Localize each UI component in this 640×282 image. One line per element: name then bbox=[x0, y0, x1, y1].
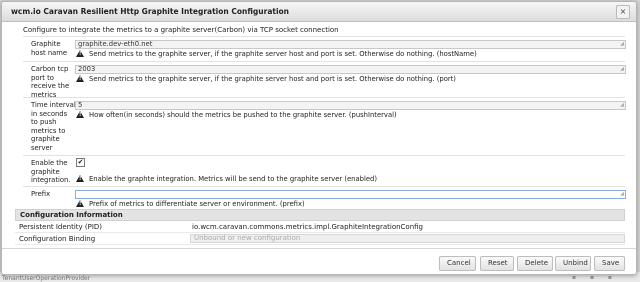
hostname-value: graphite.dev-eth0.net bbox=[78, 40, 153, 48]
field-label: Graphite host name bbox=[31, 40, 68, 57]
field-label: Carbon tcp port to receive the metrics bbox=[31, 65, 70, 99]
pid-label: Persistent Identity (PID) bbox=[19, 223, 103, 231]
pid-value: io.wcm.caravan.commons.metrics.impl.Grap… bbox=[192, 223, 423, 231]
warning-icon bbox=[76, 175, 84, 182]
field-row-port: Carbon tcp port to receive the metrics 2… bbox=[23, 61, 626, 99]
hostname-input[interactable]: graphite.dev-eth0.net ◢ bbox=[75, 40, 626, 49]
field-label: Prefix bbox=[31, 190, 51, 198]
enabled-checkbox[interactable]: ✔ bbox=[76, 158, 85, 167]
field-label: Time interval in seconds to push metrics… bbox=[31, 101, 76, 152]
hint-text: Prefix of metrics to differentiate serve… bbox=[89, 200, 305, 208]
hint-text: How often(in seconds) should the metrics… bbox=[89, 111, 397, 119]
hint-text: Send metrics to the graphite server, if … bbox=[89, 75, 456, 83]
field-hint: Send metrics to the graphite server, if … bbox=[76, 50, 477, 58]
field-hint: Enable the graphte integration. Metrics … bbox=[76, 175, 377, 183]
warning-icon bbox=[76, 50, 84, 57]
binding-label: Configuration Binding bbox=[19, 235, 96, 243]
port-value: 2003 bbox=[78, 65, 96, 73]
hint-text: Send metrics to the graphite server, if … bbox=[89, 50, 477, 58]
dialog-titlebar[interactable]: wcm.io Caravan Resilient Http Graphite I… bbox=[2, 2, 636, 22]
warning-icon bbox=[76, 75, 84, 82]
close-icon[interactable]: × bbox=[616, 5, 630, 19]
resize-grip-icon[interactable]: ◢ bbox=[620, 191, 624, 198]
save-button[interactable]: Save bbox=[594, 256, 625, 271]
configuration-information: Configuration Information Persistent Ide… bbox=[15, 209, 625, 245]
config-form: Graphite host name graphite.dev-eth0.net… bbox=[23, 36, 626, 209]
configuration-dialog: wcm.io Caravan Resilient Http Graphite I… bbox=[1, 1, 637, 275]
dialog-description: Configure to integrate the metrics to a … bbox=[23, 26, 339, 34]
field-hint: How often(in seconds) should the metrics… bbox=[76, 111, 397, 119]
interval-input[interactable]: 5 ◢ bbox=[75, 101, 626, 110]
reset-button[interactable]: Reset bbox=[480, 256, 514, 271]
resize-grip-icon[interactable]: ◢ bbox=[620, 66, 624, 73]
resize-grip-icon[interactable]: ◢ bbox=[620, 102, 624, 109]
interval-value: 5 bbox=[78, 101, 83, 109]
resize-grip-icon[interactable]: ◢ bbox=[620, 41, 624, 48]
dialog-title: wcm.io Caravan Resilient Http Graphite I… bbox=[11, 7, 290, 16]
delete-button[interactable]: Delete bbox=[517, 256, 553, 271]
unbind-button[interactable]: Unbind bbox=[555, 256, 591, 271]
port-input[interactable]: 2003 ◢ bbox=[75, 65, 626, 74]
field-row-enabled: Enable the graphite integration. ✔ Enabl… bbox=[23, 155, 625, 186]
field-row-hostname: Graphite host name graphite.dev-eth0.net… bbox=[23, 36, 626, 61]
field-hint: Prefix of metrics to differentiate serve… bbox=[76, 200, 305, 208]
field-row-interval: Time interval in seconds to push metrics… bbox=[23, 97, 626, 155]
field-hint: Send metrics to the graphite server, if … bbox=[76, 75, 456, 83]
section-heading: Configuration Information bbox=[15, 209, 625, 221]
field-label: Enable the graphite integration. bbox=[31, 159, 71, 184]
hint-text: Enable the graphte integration. Metrics … bbox=[89, 175, 377, 183]
binding-input[interactable]: Unbound or new configuration bbox=[190, 234, 625, 243]
cancel-button[interactable]: Cancel bbox=[439, 256, 476, 271]
footer-divider bbox=[2, 248, 636, 249]
checkbox-check-icon: ✔ bbox=[77, 158, 84, 166]
warning-icon bbox=[76, 111, 84, 118]
pid-row: Persistent Identity (PID) io.wcm.caravan… bbox=[15, 221, 625, 233]
background-list-item: TenantUserOperationProvider bbox=[2, 275, 91, 282]
warning-icon bbox=[76, 200, 84, 207]
field-row-prefix: Prefix ◢ Prefix of metrics to differenti… bbox=[23, 186, 626, 209]
binding-row: Configuration Binding Unbound or new con… bbox=[15, 233, 625, 245]
prefix-input[interactable]: ◢ bbox=[75, 190, 626, 199]
background-action-icons: ▪ ▪ ▪ bbox=[571, 274, 618, 281]
